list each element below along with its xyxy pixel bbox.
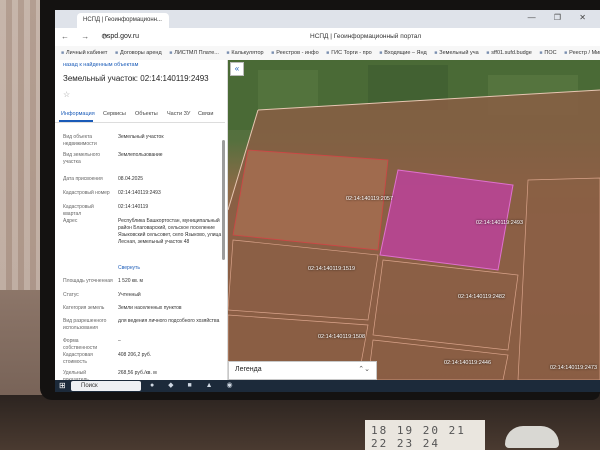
tab-parts[interactable]: Части ЗУ — [167, 111, 190, 117]
tab-information[interactable]: Информация — [61, 111, 95, 117]
attribute-value: 1 520 кв. м — [118, 278, 143, 284]
page-title: НСПД | Геоинформационный портал — [310, 33, 422, 40]
attribute-value: 408 206,2 руб. — [118, 352, 152, 358]
url-field[interactable]: nspd.gov.ru — [103, 33, 139, 40]
parcel-label: 02:14:140119:2493 — [476, 220, 523, 226]
bookmark[interactable]: Реестр / Минис — [564, 46, 600, 60]
curtain — [0, 0, 40, 290]
attribute-value: Республика Башкортостан, муниципальный р… — [118, 218, 222, 245]
bookmark[interactable]: Земельный уча — [434, 46, 478, 60]
attribute-value: 08.04.2025 — [118, 176, 144, 182]
desk-calendar: 18 19 20 21 22 23 24 — [365, 420, 485, 450]
bookmark[interactable]: Калькулятор — [226, 46, 263, 60]
parcel-label: 02:14:140119:1508 — [318, 334, 365, 340]
attribute-label: Вид объекта недвижимости — [63, 134, 97, 147]
panel-tabs: Информация Сервисы Объекты Части ЗУ Связ… — [55, 108, 225, 123]
tab-title: НСПД | Геоинформационн... — [83, 17, 162, 23]
attribute-label: Категория земель — [63, 305, 105, 311]
attribute-value: Земли населенных пунктов — [118, 305, 182, 311]
tab-services[interactable]: Сервисы — [103, 111, 126, 117]
bookmark[interactable]: ПОС — [539, 46, 556, 60]
attribute-label: Статус — [63, 292, 79, 298]
attribute-value: Землепользование — [118, 152, 163, 158]
windows-start-icon[interactable]: ⊞ — [59, 381, 66, 390]
legend-label: Легенда — [235, 366, 262, 373]
map-view[interactable]: « 02:14:140119:2057 02:14:140119:2493 02… — [228, 60, 600, 380]
parcel-layer — [228, 60, 600, 380]
taskbar-search-label: Поиск — [81, 383, 98, 389]
bookmark[interactable]: Входящие – Янд — [379, 46, 426, 60]
bookmarks-bar: Личный кабинет Договоры аренд ЛИСТМЛ Пла… — [55, 46, 600, 61]
attribute-value: 268,56 руб./кв. м — [118, 370, 157, 376]
bookmark[interactable]: Реестров - инфо — [271, 46, 318, 60]
attribute-value: 02:14:140119:2493 — [118, 190, 161, 196]
attribute-value: – — [118, 338, 121, 344]
legend-dropdown[interactable]: Легенда ⌃⌄ — [228, 361, 377, 380]
expand-panel-button[interactable]: « — [230, 62, 244, 76]
attribute-value: 02:14:140119 — [118, 204, 149, 210]
chevron-icon: ⌃⌄ — [358, 366, 370, 373]
collapse-link[interactable]: Свернуть — [118, 265, 223, 272]
address-bar: ← → ⟳ nspd.gov.ru НСПД | Геоинформационн… — [55, 28, 600, 47]
panel-scrollbar[interactable] — [222, 140, 225, 260]
parcel-label: 02:14:140119:2473 — [550, 365, 597, 371]
taskbar-app-icons[interactable]: ● ◆ ■ ▲ ◉ — [150, 381, 239, 389]
attribute-label: Форма собственности — [63, 338, 98, 351]
attribute-label: Адрес — [63, 218, 78, 224]
bookmark[interactable]: sff01.sufd.budge — [486, 46, 532, 60]
tab-links[interactable]: Связи — [198, 111, 213, 117]
tab-objects[interactable]: Объекты — [135, 111, 158, 117]
tree-cluster — [258, 70, 318, 110]
attribute-label: Площадь уточненная — [63, 278, 113, 284]
computer-mouse — [505, 426, 559, 448]
parcel-label: 02:14:140119:2446 — [444, 360, 491, 366]
attribute-label: Дата присвоения — [63, 176, 103, 182]
bookmark[interactable]: ЛИСТМЛ Плате... — [169, 46, 219, 60]
parcel-label: 02:14:140119:2057 — [346, 196, 393, 202]
browser-tab[interactable]: НСПД | Геоинформационн... — [77, 13, 169, 28]
attribute-label: Вид разрешенного использования — [63, 318, 107, 331]
favorite-star-icon[interactable]: ☆ — [63, 90, 70, 99]
taskbar-search[interactable]: Поиск — [71, 381, 141, 391]
parcel-label: 02:14:140119:1519 — [308, 266, 355, 272]
attribute-label: Кадастровый номер — [63, 190, 110, 196]
attribute-label: Вид земельного участка — [63, 152, 101, 165]
back-link[interactable]: назад к найденным объектам — [63, 62, 138, 68]
attribute-value: Учтенный — [118, 292, 141, 298]
object-info-panel: назад к найденным объектам Земельный уча… — [55, 60, 228, 380]
parcel-label: 02:14:140119:2482 — [458, 294, 505, 300]
attribute-label: Кадастровая стоимость — [63, 352, 93, 365]
window-controls[interactable]: — ❐ ✕ — [528, 13, 594, 22]
bookmark[interactable]: Личный кабинет — [61, 46, 107, 60]
active-tab-indicator — [59, 120, 93, 122]
screen: НСПД | Геоинформационн... — ❐ ✕ ← → ⟳ ns… — [55, 10, 600, 392]
attribute-value: Земельный участок — [118, 134, 164, 140]
attribute-value: для ведения личного подсобного хозяйства — [118, 318, 220, 324]
bookmark[interactable]: Договоры аренд — [115, 46, 162, 60]
panel-title: Земельный участок: 02:14:140119:2493 — [63, 74, 209, 83]
bookmark[interactable]: ГИС Торги - про — [326, 46, 372, 60]
attribute-label: Кадастровый квартал — [63, 204, 94, 217]
browser-tab-bar: НСПД | Геоинформационн... — ❐ ✕ — [55, 10, 600, 28]
windows-taskbar: ⊞ Поиск ● ◆ ■ ▲ ◉ — [55, 380, 600, 392]
attribute-label: Удельный показатель — [63, 370, 89, 380]
